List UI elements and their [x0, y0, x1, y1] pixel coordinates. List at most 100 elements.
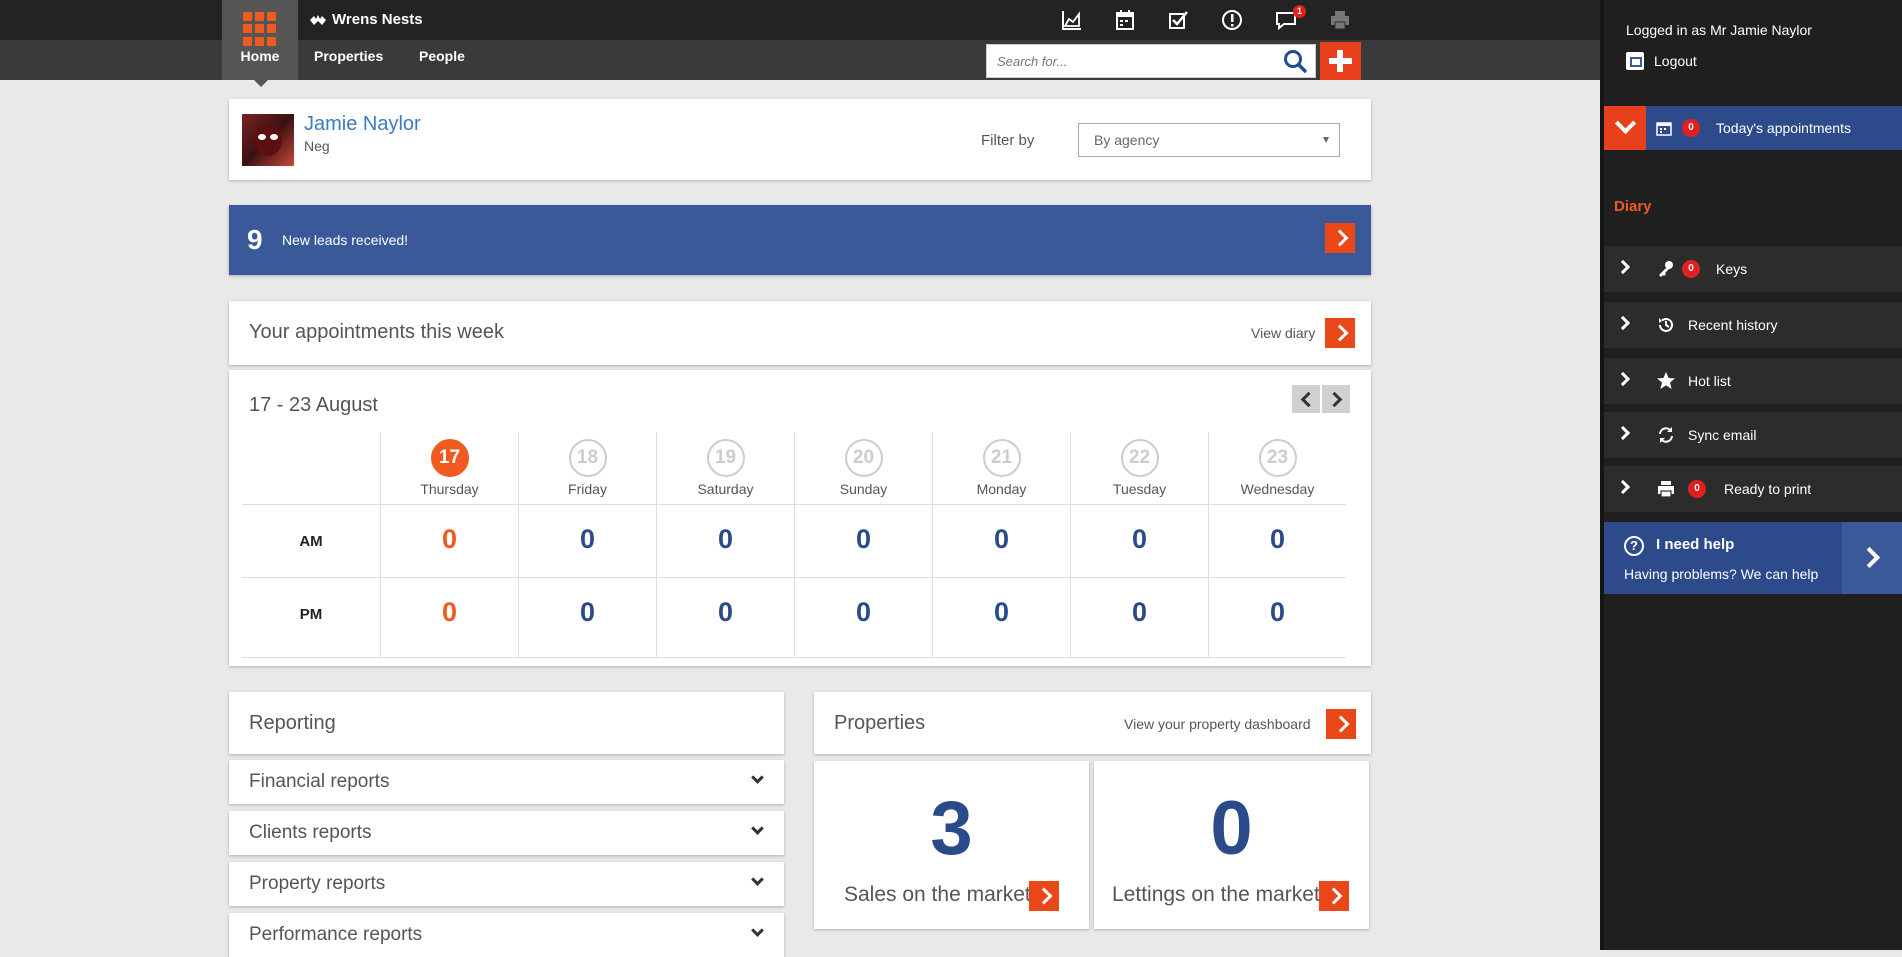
- day-number[interactable]: 22: [1120, 439, 1159, 477]
- am-appointment-count[interactable]: 0: [519, 524, 656, 555]
- sales-label: Sales on the market: [844, 883, 1031, 906]
- todays-appointments-row[interactable]: 0 Today's appointments: [1604, 106, 1902, 150]
- brand-birds-icon: [310, 14, 326, 25]
- sidebar-item-ready-to-print[interactable]: 0 Ready to print: [1604, 466, 1902, 512]
- report-label: Clients reports: [249, 822, 372, 843]
- chart-icon[interactable]: [1060, 8, 1084, 32]
- alert-icon[interactable]: [1220, 8, 1244, 32]
- calendar-grid: AM PM 17 Thursday 0 0 18 Friday 0 0 19 Saturday 0 0…: [242, 432, 1346, 658]
- day-column[interactable]: 22 Tuesday 0 0: [1070, 432, 1208, 658]
- pm-appointment-count[interactable]: 0: [795, 597, 932, 628]
- am-appointment-count[interactable]: 0: [1071, 524, 1208, 555]
- filter-select-value: By agency: [1094, 132, 1160, 148]
- pm-appointment-count[interactable]: 0: [519, 597, 656, 628]
- app-menu-button[interactable]: [222, 0, 298, 80]
- clients-reports-item[interactable]: Clients reports: [229, 811, 784, 855]
- leads-arrow-button[interactable]: [1325, 223, 1355, 253]
- add-button[interactable]: [1320, 42, 1361, 80]
- top-bar: Home Properties People Wrens Nests 1: [0, 0, 1600, 87]
- previous-week-button[interactable]: [1292, 385, 1320, 413]
- day-number[interactable]: 20: [844, 439, 883, 477]
- am-appointment-count[interactable]: 0: [1209, 524, 1346, 555]
- sidebar-item-keys[interactable]: 0 Keys: [1604, 246, 1902, 292]
- sales-card[interactable]: 3 Sales on the market: [814, 761, 1089, 929]
- pm-appointment-count[interactable]: 0: [1071, 597, 1208, 628]
- day-column[interactable]: 18 Friday 0 0: [518, 432, 656, 658]
- chevron-down-icon[interactable]: [1604, 106, 1646, 150]
- day-number[interactable]: 18: [568, 439, 607, 477]
- nav-home[interactable]: Home: [222, 48, 298, 64]
- lettings-count: 0: [1210, 786, 1253, 871]
- day-number[interactable]: 17: [430, 439, 469, 477]
- am-appointment-count[interactable]: 0: [657, 524, 794, 555]
- help-question-icon: ?: [1624, 536, 1644, 556]
- todays-appointments-badge: 0: [1682, 119, 1700, 137]
- property-reports-item[interactable]: Property reports: [229, 862, 784, 906]
- sales-arrow-button[interactable]: [1029, 881, 1059, 911]
- view-property-dashboard-button[interactable]: [1326, 709, 1356, 739]
- print-icon: [1658, 481, 1674, 498]
- am-appointment-count[interactable]: 0: [381, 524, 518, 555]
- search-input[interactable]: [987, 45, 1267, 77]
- leads-count: 9: [247, 224, 263, 255]
- reporting-title: Reporting: [249, 712, 336, 734]
- chevron-right-icon: [1615, 259, 1631, 275]
- help-box[interactable]: ? I need help Having problems? We can he…: [1604, 522, 1902, 594]
- chevron-right-icon: [1615, 315, 1631, 331]
- day-column[interactable]: 20 Sunday 0 0: [794, 432, 932, 658]
- checklist-icon[interactable]: [1166, 8, 1190, 32]
- sidebar-item-hot-list[interactable]: Hot list: [1604, 358, 1902, 404]
- reporting-panel: Reporting: [229, 692, 784, 754]
- properties-panel: Properties View your property dashboard: [814, 692, 1371, 754]
- lettings-arrow-button[interactable]: [1319, 881, 1349, 911]
- sales-count: 3: [930, 786, 973, 871]
- day-column[interactable]: 21 Monday 0 0: [932, 432, 1070, 658]
- nav-people[interactable]: People: [419, 48, 465, 64]
- profile-name[interactable]: Jamie Naylor: [304, 113, 421, 136]
- filter-select[interactable]: By agency: [1078, 123, 1340, 157]
- financial-reports-item[interactable]: Financial reports: [229, 760, 784, 804]
- avatar[interactable]: [242, 114, 294, 166]
- am-appointment-count[interactable]: 0: [795, 524, 932, 555]
- view-diary-button[interactable]: [1325, 318, 1355, 348]
- lettings-card[interactable]: 0 Lettings on the market: [1094, 761, 1369, 929]
- day-number[interactable]: 19: [706, 439, 745, 477]
- day-name: Saturday: [697, 481, 754, 497]
- performance-reports-item[interactable]: Performance reports: [229, 913, 784, 957]
- day-column[interactable]: 19 Saturday 0 0: [656, 432, 794, 658]
- day-name: Wednesday: [1240, 481, 1315, 497]
- logout-link[interactable]: Logout: [1626, 52, 1697, 70]
- day-name: Sunday: [839, 481, 888, 497]
- logged-in-text: Logged in as Mr Jamie Naylor: [1626, 22, 1812, 38]
- day-number[interactable]: 21: [982, 439, 1021, 477]
- nav-properties[interactable]: Properties: [314, 48, 383, 64]
- am-appointment-count[interactable]: 0: [933, 524, 1070, 555]
- view-diary-link[interactable]: View diary: [1251, 325, 1315, 341]
- day-column[interactable]: 17 Thursday 0 0: [380, 432, 518, 658]
- diary-label: Diary: [1614, 198, 1652, 215]
- view-property-dashboard-link[interactable]: View your property dashboard: [1124, 716, 1311, 732]
- search-icon[interactable]: [1283, 49, 1309, 75]
- day-column[interactable]: 23 Wednesday 0 0: [1208, 432, 1346, 658]
- day-number[interactable]: 23: [1258, 439, 1297, 477]
- messages-badge: 1: [1293, 5, 1306, 18]
- sidebar-item-recent-history[interactable]: Recent history: [1604, 302, 1902, 348]
- next-week-button[interactable]: [1322, 385, 1350, 413]
- pm-appointment-count[interactable]: 0: [381, 597, 518, 628]
- sidebar-item-sync-email[interactable]: Sync email: [1604, 412, 1902, 458]
- pm-appointment-count[interactable]: 0: [933, 597, 1070, 628]
- pm-appointment-count[interactable]: 0: [657, 597, 794, 628]
- am-label: AM: [299, 533, 323, 550]
- lettings-label: Lettings on the market: [1112, 883, 1320, 906]
- key-icon: [1659, 261, 1673, 277]
- print-icon[interactable]: [1328, 8, 1352, 32]
- sidebar-item-label: Sync email: [1688, 427, 1757, 443]
- help-arrow-button[interactable]: [1842, 522, 1902, 594]
- calendar-icon[interactable]: [1113, 8, 1137, 32]
- sync-icon: [1659, 427, 1673, 443]
- chevron-down-icon: [751, 924, 764, 937]
- new-leads-banner[interactable]: 9 New leads received!: [229, 205, 1371, 275]
- pm-appointment-count[interactable]: 0: [1209, 597, 1346, 628]
- profile-panel: Jamie Naylor Neg Filter by By agency: [229, 99, 1371, 180]
- chevron-down-icon: [751, 771, 764, 784]
